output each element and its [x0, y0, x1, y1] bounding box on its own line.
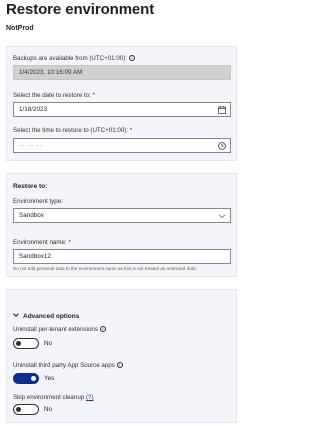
toggle-knob [16, 407, 21, 412]
env-type-label: Environment type: [13, 198, 63, 205]
restore-date-label: Select the date to restore to: * [13, 92, 95, 99]
advanced-options-panel: Advanced options Uninstall per-tenant ex… [6, 289, 237, 423]
skip-cleanup-help-link[interactable]: (?) [86, 394, 94, 401]
env-name-label: Environment name: * [13, 239, 71, 246]
page-title: Restore environment [6, 1, 155, 18]
calendar-icon[interactable] [218, 106, 226, 114]
uninstall-extensions-label: Uninstall per-tenant extensions i [13, 326, 106, 333]
env-name-helper-text: Do not add personal data to the environm… [13, 266, 197, 271]
uninstall-apps-label: Uninstall third party App Source apps i [13, 362, 123, 369]
uninstall-extensions-toggle[interactable] [13, 338, 39, 349]
info-icon[interactable]: i [129, 55, 136, 61]
restore-time-input[interactable]: --:-- -- [13, 138, 231, 153]
uninstall-apps-state: Yes [44, 375, 55, 382]
backup-panel: Backups are available from (UTC+01:00): i… [6, 46, 237, 161]
skip-cleanup-toggle[interactable] [13, 404, 39, 415]
env-type-select[interactable]: Sandbox [13, 208, 231, 223]
restore-date-value: 1/18/2023 [19, 106, 48, 113]
uninstall-extensions-state: No [44, 340, 53, 347]
restore-time-label: Select the time to restore to (UTC+01:00… [13, 127, 133, 134]
env-name-input[interactable]: Sandbox12 [13, 249, 231, 264]
uninstall-apps-toggle[interactable] [13, 373, 39, 384]
backups-available-label: Backups are available from (UTC+01:00): i [13, 55, 136, 62]
restore-to-panel: Restore to: Environment type: Sandbox En… [6, 173, 237, 277]
restore-date-input[interactable]: 1/18/2023 [13, 102, 231, 117]
clock-icon[interactable] [218, 142, 226, 150]
toggle-knob [16, 341, 21, 346]
skip-cleanup-state: No [44, 406, 53, 413]
toggle-knob [31, 376, 36, 381]
backups-available-field: 1/4/2023, 10:16:09 AM [13, 65, 231, 80]
restore-time-placeholder: --:-- -- [19, 142, 44, 149]
info-icon[interactable]: i [116, 362, 123, 368]
chevron-down-icon [218, 214, 226, 219]
info-icon[interactable]: i [99, 326, 106, 332]
chevron-down-icon [13, 311, 19, 317]
restore-to-heading: Restore to: [13, 183, 48, 190]
env-type-value: Sandbox [19, 212, 44, 219]
page-subtitle: NotProd [6, 25, 34, 32]
advanced-options-toggle[interactable]: Advanced options [13, 311, 79, 320]
skip-cleanup-label: Skip environment cleanup (?) [13, 394, 94, 401]
